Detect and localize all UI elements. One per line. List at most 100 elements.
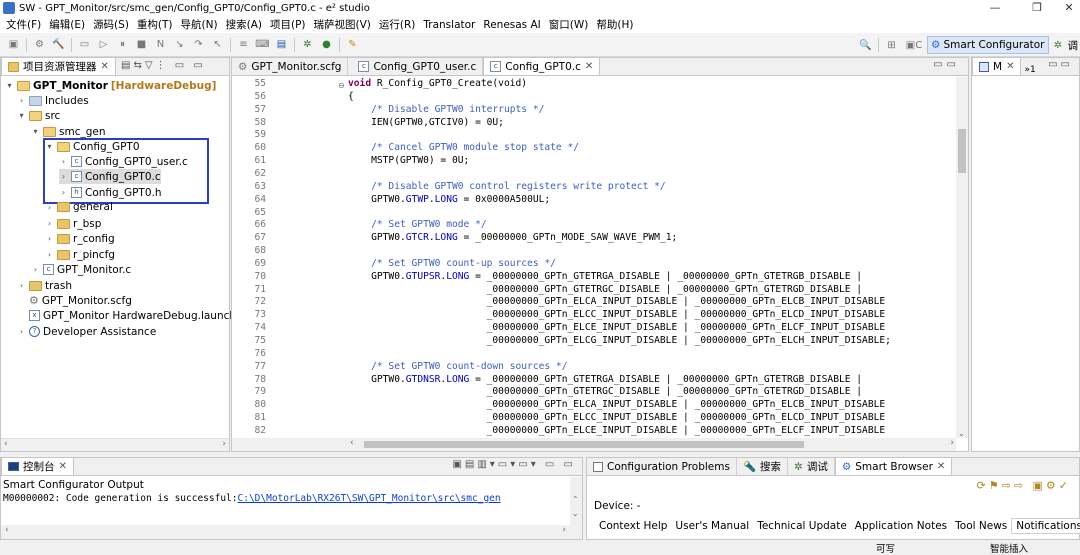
subtab-technical-update[interactable]: Technical Update (753, 518, 851, 534)
tree-item-scfg[interactable]: ⚙ GPT_Monitor.scfg (29, 293, 132, 308)
refresh-icon[interactable]: ≡ (236, 38, 251, 52)
tab-smart-browser[interactable]: ⚙ Smart Browser ✕ (835, 457, 952, 475)
code-line[interactable]: /* Set GPTW0 count-up sources */ (348, 258, 556, 271)
run-icon[interactable]: ● (319, 38, 334, 52)
chevron-down-icon[interactable]: ▾ (31, 127, 40, 136)
chevron-down-icon[interactable]: ▾ (5, 81, 14, 90)
editor-vscrollbar[interactable]: ⌄ (956, 77, 968, 438)
tab-debug[interactable]: ✲ 调试 (788, 458, 835, 475)
scroll-up-icon[interactable]: ⌃ (572, 495, 579, 504)
menu-source[interactable]: 源码(S) (89, 17, 133, 32)
menu-edit[interactable]: 编辑(E) (45, 17, 89, 32)
menu-window[interactable]: 窗口(W) (545, 17, 593, 32)
code-line[interactable]: _00000000_GPTn_ELCC_INPUT_DISABLE | _000… (348, 412, 885, 425)
code-line[interactable]: /* Set GPTW0 mode */ (348, 219, 487, 232)
resume-icon[interactable]: ▷ (96, 38, 111, 52)
tree-item-gpt-monitor-c[interactable]: › c GPT_Monitor.c (31, 262, 131, 277)
scroll-down-icon[interactable]: ⌄ (572, 509, 579, 518)
subtab-application-notes[interactable]: Application Notes (851, 518, 951, 534)
fold-icon[interactable]: ⊖ (338, 81, 345, 90)
code-line[interactable]: GPTW0.GTCR.LONG = _00000000_GPTn_MODE_SA… (348, 232, 677, 245)
editor-min-max-icons[interactable]: ▭▭ (933, 59, 960, 70)
console-toolbar-icons[interactable]: ▣▤▥▾▭▾▭▾ ▭ ▭ (452, 459, 576, 470)
tree-item-config-gpt0-h[interactable]: › h Config_GPT0.h (59, 185, 162, 200)
scroll-right-icon[interactable]: › (950, 438, 954, 448)
tree-item-general[interactable]: › general (45, 202, 113, 212)
restore-button[interactable]: ❐ (1020, 0, 1054, 16)
step-over-icon[interactable]: ↷ (191, 38, 206, 52)
menu-translator[interactable]: Translator (419, 19, 479, 31)
minimize-button[interactable]: — (978, 0, 1012, 16)
chevron-right-icon[interactable]: › (45, 219, 54, 228)
scroll-left-icon[interactable]: ‹ (350, 438, 354, 448)
hscroll-thumb[interactable] (364, 441, 804, 448)
scroll-right-icon[interactable]: › (222, 439, 226, 449)
code-line[interactable]: /* Set GPTW0 count-down sources */ (348, 361, 568, 374)
chevron-down-icon[interactable]: ▾ (17, 111, 26, 120)
tree-item-developer-assistance[interactable]: › ? Developer Assistance (17, 324, 156, 339)
menu-refactor[interactable]: 重构(T) (133, 17, 177, 32)
c-perspective-icon[interactable]: ▣C (903, 38, 925, 52)
code-line[interactable]: _00000000_GPTn_ELCA_INPUT_DISABLE | _000… (348, 399, 885, 412)
close-icon[interactable]: ✕ (937, 461, 945, 472)
tab-config-gpt0-user-c[interactable]: c Config_GPT0_user.c (352, 58, 483, 75)
code-line[interactable]: _00000000_GPTn_ELCE_INPUT_DISABLE | _000… (348, 425, 885, 438)
code-line[interactable]: /* Cancel GPTW0 module stop state */ (348, 142, 579, 155)
outline-min-max-icons[interactable]: ▭▭ (1048, 59, 1073, 70)
browser-toolbar-icons[interactable]: ⟳⚑⇨⇨ ▣⚙✓ (977, 479, 1071, 492)
scroll-thumb[interactable] (958, 129, 966, 173)
close-icon[interactable]: ✕ (1006, 61, 1014, 72)
menu-run[interactable]: 运行(R) (375, 17, 420, 32)
code-line[interactable]: void R_Config_GPT0_Create(void) (348, 78, 527, 91)
monitor-icon[interactable]: ▭ (77, 38, 92, 52)
scroll-left-icon[interactable]: ‹ (5, 525, 9, 535)
scroll-down-icon[interactable]: ⌄ (958, 429, 965, 438)
debug-perspective-label[interactable]: 调 (1068, 38, 1080, 53)
code-line[interactable]: IEN(GPTW0,GTCIV0) = 0U; (348, 117, 504, 130)
subtab-notifications[interactable]: Notifications (1011, 518, 1080, 534)
close-icon[interactable]: ✕ (585, 61, 593, 72)
tree-item-smc-gen[interactable]: ▾ smc_gen (31, 124, 106, 139)
subtab-context-help[interactable]: Context Help (595, 518, 671, 534)
smart-configurator-perspective[interactable]: ⚙ Smart Configurator (927, 36, 1048, 54)
more-views-button[interactable]: »1 (1021, 65, 1038, 75)
tree-item-r-pincfg[interactable]: › r_pincfg (45, 247, 115, 262)
chevron-right-icon[interactable]: › (45, 203, 54, 212)
code-line[interactable]: GPTW0.GTDNSR.LONG = _00000000_GPTn_GTETR… (348, 374, 862, 387)
tree-item-r-bsp[interactable]: › r_bsp (45, 216, 101, 231)
chevron-right-icon[interactable]: › (31, 265, 40, 274)
explorer-hscrollbar[interactable]: ‹ › (1, 438, 229, 451)
scroll-left-icon[interactable]: ‹ (4, 439, 8, 449)
code-line[interactable]: _00000000_GPTn_ELCE_INPUT_DISABLE | _000… (348, 322, 885, 335)
tab-config-gpt0-c[interactable]: c Config_GPT0.c ✕ (483, 57, 600, 75)
code-line[interactable]: _00000000_GPTn_ELCA_INPUT_DISABLE | _000… (348, 296, 885, 309)
explorer-view-actions[interactable]: ▤⇆▽⋮ ▭ ▭ (121, 60, 206, 71)
code-line[interactable]: /* Disable GPTW0 control registers write… (348, 181, 666, 194)
console-vscrollbar[interactable]: ⌃ ⌄ (570, 477, 582, 525)
search-icon[interactable]: 🔍 (858, 38, 873, 52)
open-perspective-icon[interactable]: ⊞ (884, 38, 899, 52)
code-line[interactable]: _00000000_GPTn_GTETRGC_DISABLE | _000000… (348, 284, 862, 297)
output-path-link[interactable]: C:\D\MotorLab\RX26T\SW\GPT_Monitor\src\s… (238, 493, 501, 504)
code-editor[interactable]: ⊖ 55void R_Config_GPT0_Create(void)56{57… (232, 77, 956, 438)
menu-renesas-ai[interactable]: Renesas AI (479, 19, 544, 31)
tab-configuration-problems[interactable]: Configuration Problems (587, 458, 737, 475)
chevron-right-icon[interactable]: › (17, 96, 26, 105)
disconnect-icon[interactable]: N (153, 38, 168, 52)
code-line[interactable]: _00000000_GPTn_GTETRGC_DISABLE | _000000… (348, 386, 862, 399)
editor-hscrollbar[interactable]: ‹ › (232, 438, 956, 451)
tree-item-config-gpt0-user-c[interactable]: › c Config_GPT0_user.c (59, 154, 188, 169)
menu-navigate[interactable]: 导航(N) (177, 17, 222, 32)
subtab-tool-news[interactable]: Tool News (951, 518, 1011, 534)
tree-item-includes[interactable]: › Includes (17, 93, 89, 108)
debug-config-icon[interactable]: ✲ (300, 38, 315, 52)
scroll-right-icon[interactable]: › (562, 525, 566, 535)
console-icon[interactable]: ⌨ (255, 38, 270, 52)
tree-item-r-config[interactable]: › r_config (45, 231, 115, 246)
step-into-icon[interactable]: ↘ (172, 38, 187, 52)
edit-pen-icon[interactable]: ✎ (345, 38, 360, 52)
chevron-right-icon[interactable]: › (59, 188, 68, 197)
tab-gpt-monitor-scfg[interactable]: ⚙ GPT_Monitor.scfg (232, 58, 348, 75)
code-line[interactable]: GPTW0.GTWP.LONG = 0x0000A500UL; (348, 194, 550, 207)
tab-project-explorer[interactable]: 项目资源管理器 ✕ (1, 57, 116, 75)
